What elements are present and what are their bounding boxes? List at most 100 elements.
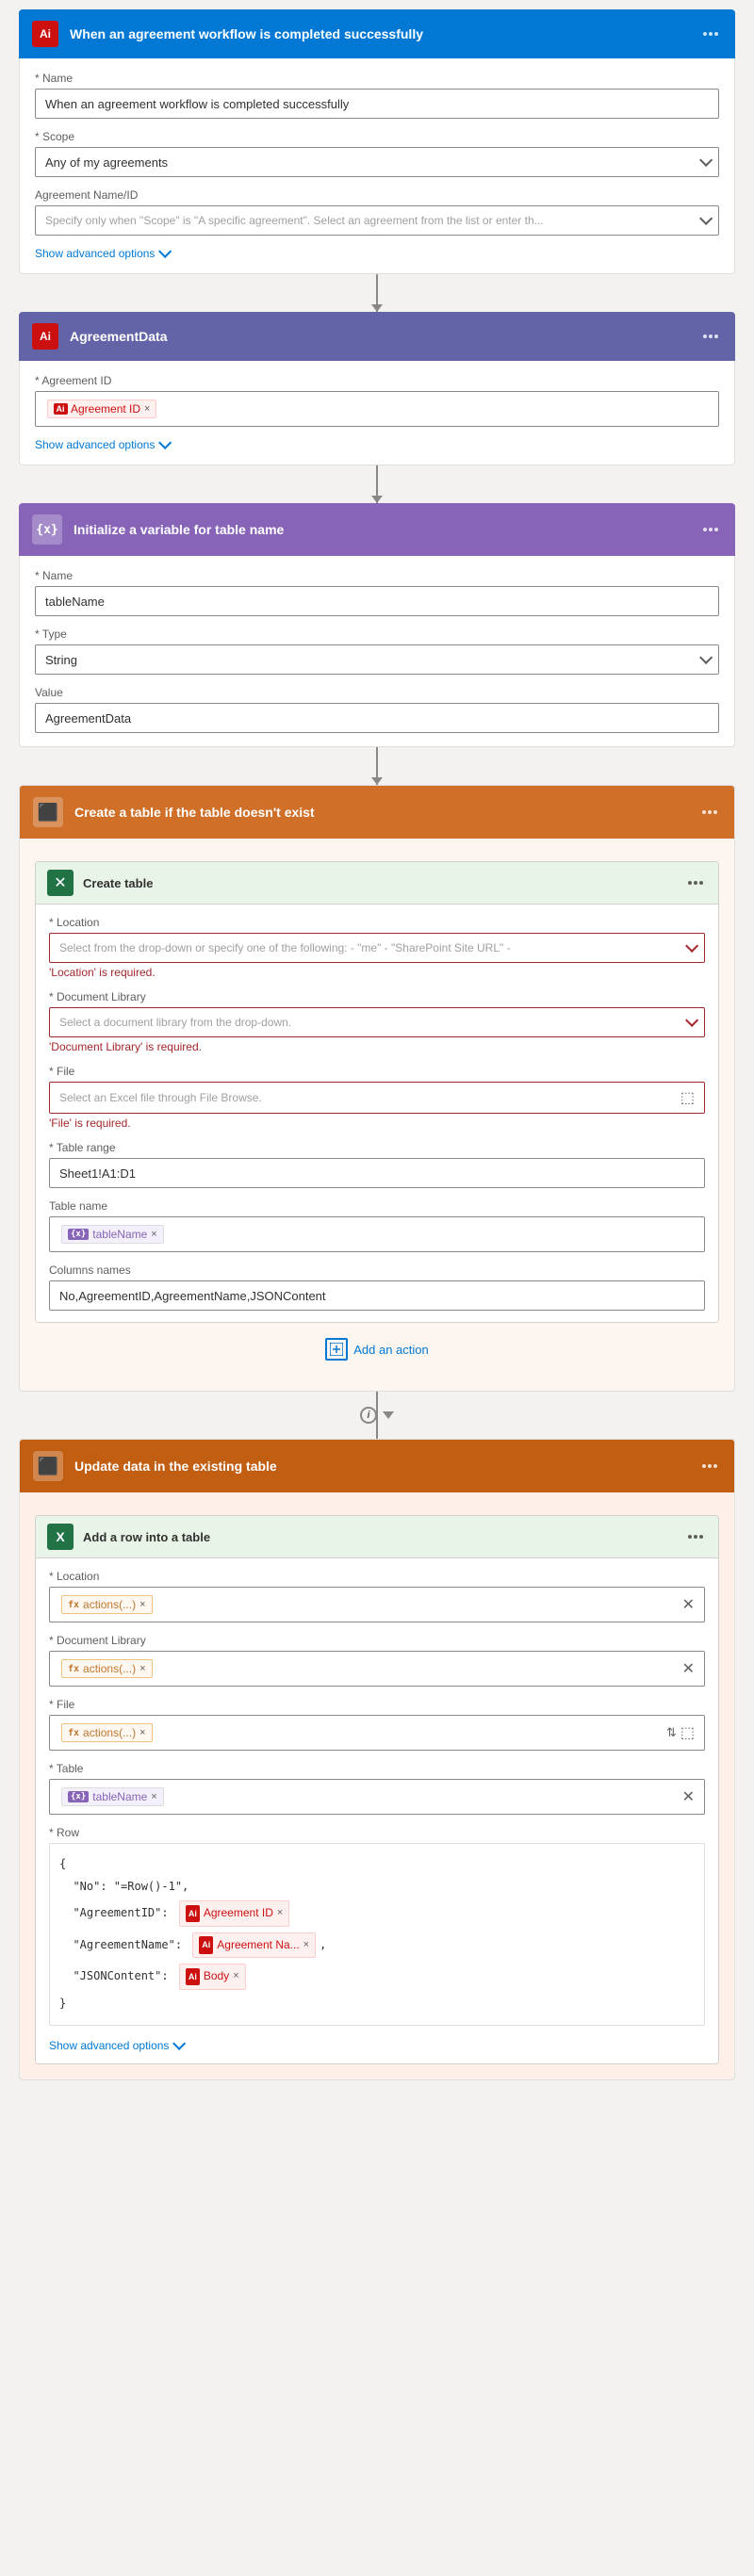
- create-table-body: * Location Select from the drop-down or …: [36, 905, 718, 1322]
- json-brace-close: }: [59, 1994, 66, 2014]
- add-action-label: Add an action: [353, 1343, 429, 1357]
- table-name-field[interactable]: {x} tableName ×: [49, 1216, 705, 1252]
- menu-dot: [688, 881, 692, 885]
- init-variable-menu[interactable]: [699, 524, 722, 535]
- close-icon: ✕: [682, 1595, 695, 1614]
- scope-dropdown[interactable]: Any of my agreements: [35, 147, 719, 177]
- json-line-open: {: [59, 1853, 695, 1876]
- token-close-icon[interactable]: ×: [151, 1791, 156, 1802]
- doc-library-dropdown[interactable]: Select a document library from the drop-…: [49, 1007, 705, 1037]
- token-close-icon[interactable]: ×: [151, 1229, 156, 1240]
- row-location-token: fx actions(...) ×: [61, 1595, 153, 1614]
- scope-label: * Scope: [35, 130, 719, 143]
- menu-dot: [714, 334, 718, 338]
- var-type-dropdown[interactable]: String: [35, 644, 719, 675]
- show-advanced-update[interactable]: Show advanced options: [49, 2039, 705, 2052]
- connector-2: [376, 465, 378, 503]
- menu-dot: [713, 1464, 717, 1468]
- json-content-key: "JSONContent":: [59, 1966, 175, 1987]
- trigger-card-header: Ai When an agreement workflow is complet…: [19, 9, 735, 58]
- add-action-icon: [325, 1338, 348, 1361]
- menu-dot: [702, 1464, 706, 1468]
- browse-icon: ⬚: [680, 1723, 695, 1742]
- chevron-down-icon: [699, 212, 713, 225]
- var-value-input[interactable]: [35, 703, 719, 733]
- token-close-icon[interactable]: ×: [144, 403, 150, 415]
- add-row-menu[interactable]: [684, 1531, 707, 1542]
- row-json-box[interactable]: { "No": "=Row()-1", "AgreementID": Ai Ag…: [49, 1843, 705, 2026]
- token-close-icon[interactable]: ×: [277, 1904, 283, 1923]
- menu-dot: [708, 810, 712, 814]
- agreement-id-placeholder: Specify only when "Scope" is "A specific…: [45, 214, 544, 227]
- create-table-inner-header: ✕ Create table: [36, 862, 718, 905]
- connector-arrow: [383, 1411, 394, 1419]
- adobe-icon-tiny-2: Ai: [199, 1936, 213, 1953]
- agreement-id-json-token: Ai Agreement ID ×: [179, 1900, 289, 1927]
- row-file-token-label: actions(...): [83, 1726, 136, 1739]
- token-close-icon[interactable]: ×: [303, 1936, 309, 1955]
- scope-update-container: ⬛ Update data in the existing table X Ad…: [19, 1439, 735, 2080]
- agreement-data-menu[interactable]: [699, 331, 722, 342]
- trigger-name-input[interactable]: [35, 89, 719, 119]
- chevron-down-icon: [158, 245, 172, 258]
- scope-create-menu[interactable]: [698, 807, 721, 818]
- var-icon-small-2: {x}: [68, 1791, 89, 1802]
- row-doc-library-field[interactable]: fx actions(...) × ✕: [49, 1651, 705, 1687]
- token-close-icon[interactable]: ×: [139, 1727, 145, 1738]
- menu-dot: [699, 1535, 703, 1539]
- agreement-id-dropdown[interactable]: Specify only when "Scope" is "A specific…: [35, 205, 719, 236]
- menu-dot: [699, 881, 703, 885]
- connector-arrow: [371, 496, 383, 503]
- variable-icon: {x}: [32, 514, 62, 545]
- location-placeholder: Select from the drop-down or specify one…: [59, 941, 511, 954]
- trigger-menu[interactable]: [699, 28, 722, 40]
- adobe-token-icon: Ai: [54, 402, 67, 416]
- flow-canvas: Ai When an agreement workflow is complet…: [9, 9, 745, 2080]
- row-file-field[interactable]: fx actions(...) × ⇅ ⬚: [49, 1715, 705, 1751]
- body-json-label: Body: [204, 1966, 229, 1987]
- file-placeholder: Select an Excel file through File Browse…: [59, 1091, 262, 1104]
- row-table-field[interactable]: {x} tableName × ✕: [49, 1779, 705, 1815]
- sort-icon: ⇅: [666, 1725, 677, 1740]
- show-advanced-trigger[interactable]: Show advanced options: [35, 247, 719, 260]
- columns-input[interactable]: [49, 1280, 705, 1311]
- create-table-menu[interactable]: [684, 877, 707, 889]
- location-label: * Location: [49, 916, 705, 929]
- token-close-icon[interactable]: ×: [139, 1599, 145, 1610]
- menu-dot: [714, 528, 718, 531]
- doc-library-label: * Document Library: [49, 990, 705, 1003]
- body-json-token: Ai Body ×: [179, 1964, 246, 1990]
- scope-create-container: ⬛ Create a table if the table doesn't ex…: [19, 785, 735, 1392]
- json-line-close: }: [59, 1993, 695, 2015]
- adobe-icon-tiny: Ai: [186, 1905, 200, 1922]
- add-action-area[interactable]: Add an action: [35, 1323, 719, 1376]
- table-range-label: * Table range: [49, 1141, 705, 1154]
- trigger-body: * Name * Scope Any of my agreements Agre…: [19, 58, 735, 274]
- name-label: * Name: [35, 72, 719, 85]
- table-range-input[interactable]: [49, 1158, 705, 1188]
- add-row-title: Add a row into a table: [83, 1530, 684, 1544]
- scope-update-menu[interactable]: [698, 1460, 721, 1472]
- token-close-icon[interactable]: ×: [233, 1967, 238, 1986]
- scope-value: Any of my agreements: [45, 155, 168, 170]
- row-location-field[interactable]: fx actions(...) × ✕: [49, 1587, 705, 1622]
- agreement-id-field[interactable]: Ai Agreement ID ×: [35, 391, 719, 427]
- agreement-data-header: Ai AgreementData: [19, 312, 735, 361]
- agreement-id-field-label: * Agreement ID: [35, 374, 719, 387]
- file-controls: ⇅ ⬚: [666, 1723, 695, 1742]
- table-name-token-label: tableName: [92, 1228, 147, 1241]
- row-table-label: * Table: [49, 1762, 705, 1775]
- file-input[interactable]: Select an Excel file through File Browse…: [49, 1082, 705, 1114]
- init-variable-card: {x} Initialize a variable for table name…: [19, 503, 735, 747]
- var-name-input[interactable]: [35, 586, 719, 616]
- fx-icon: fx: [68, 1664, 79, 1674]
- add-row-body: * Location fx actions(...) × ✕ * Documen…: [36, 1558, 718, 2063]
- menu-dot: [703, 528, 707, 531]
- location-dropdown[interactable]: Select from the drop-down or specify one…: [49, 933, 705, 963]
- row-table-token-label: tableName: [92, 1790, 147, 1803]
- token-close-icon[interactable]: ×: [139, 1663, 145, 1674]
- close-icon: ✕: [682, 1659, 695, 1678]
- show-advanced-agreement[interactable]: Show advanced options: [35, 438, 719, 451]
- row-doc-library-token-label: actions(...): [83, 1662, 136, 1675]
- doc-library-placeholder: Select a document library from the drop-…: [59, 1016, 291, 1029]
